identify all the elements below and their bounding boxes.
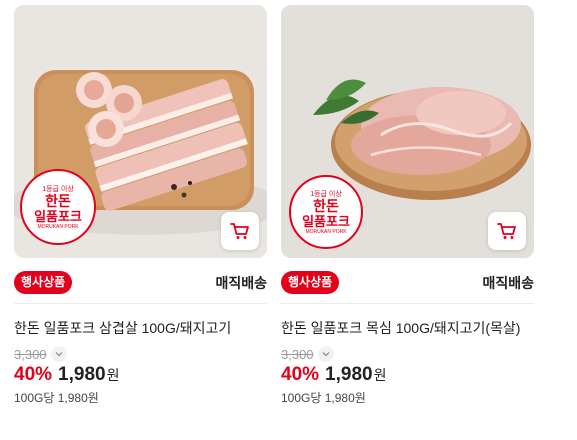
badge-line-1: 한돈 [45, 193, 71, 209]
cart-icon [497, 223, 516, 239]
original-price: 3,300 [281, 346, 314, 362]
event-badge: 행사상품 [14, 271, 73, 294]
product-meta-row: 행사상품 매직배송 [281, 266, 534, 304]
discount-rate: 40% [14, 364, 53, 385]
product-card[interactable]: 1등급 이상 한돈 일품포크 MORUKAN PORK 행사상품 매직배송 한돈… [14, 5, 267, 406]
product-meta-row: 행사상품 매직배송 [14, 266, 267, 304]
product-title[interactable]: 한돈 일품포크 삼겹살 100G/돼지고기 [14, 318, 267, 338]
price-row: 40% 1,980 원 [281, 364, 534, 386]
discount-rate: 40% [281, 364, 320, 385]
product-image[interactable]: 1등급 이상 한돈 일품포크 MORUKAN PORK [281, 5, 534, 258]
price-row: 40% 1,980 원 [14, 364, 267, 386]
add-to-cart-button[interactable] [221, 212, 259, 250]
product-card[interactable]: 1등급 이상 한돈 일품포크 MORUKAN PORK 행사상품 매직배송 한돈… [281, 5, 534, 406]
add-to-cart-button[interactable] [488, 212, 526, 250]
currency: 원 [373, 367, 387, 383]
delivery-type: 매직배송 [482, 275, 534, 291]
price-detail-toggle[interactable] [317, 346, 334, 362]
original-price-row: 3,300 [281, 346, 534, 362]
delivery-type: 매직배송 [215, 275, 267, 291]
badge-line-2: 일품포크 [302, 214, 350, 229]
cart-icon [230, 223, 249, 239]
unit-price: 100G당 1,980원 [281, 391, 366, 405]
badge-line-1: 한돈 [313, 198, 339, 214]
original-price-row: 3,300 [14, 346, 267, 362]
brand-badge: 1등급 이상 한돈 일품포크 MORUKAN PORK [20, 169, 96, 245]
original-price: 3,300 [14, 346, 47, 362]
product-image[interactable]: 1등급 이상 한돈 일품포크 MORUKAN PORK [14, 5, 267, 258]
badge-en: MORUKAN PORK [37, 224, 79, 230]
currency: 원 [106, 367, 120, 383]
price-detail-toggle[interactable] [50, 346, 67, 362]
badge-en: MORUKAN PORK [305, 229, 347, 235]
brand-badge: 1등급 이상 한돈 일품포크 MORUKAN PORK [289, 175, 363, 249]
badge-line-2: 일품포크 [34, 209, 82, 224]
product-title[interactable]: 한돈 일품포크 목심 100G/돼지고기(목살) [281, 318, 534, 338]
chevron-down-icon [55, 352, 62, 357]
sale-price: 1,980 [58, 364, 106, 385]
chevron-down-icon [322, 352, 329, 357]
event-badge: 행사상품 [281, 271, 340, 294]
unit-price: 100G당 1,980원 [14, 391, 99, 405]
sale-price: 1,980 [325, 364, 373, 385]
